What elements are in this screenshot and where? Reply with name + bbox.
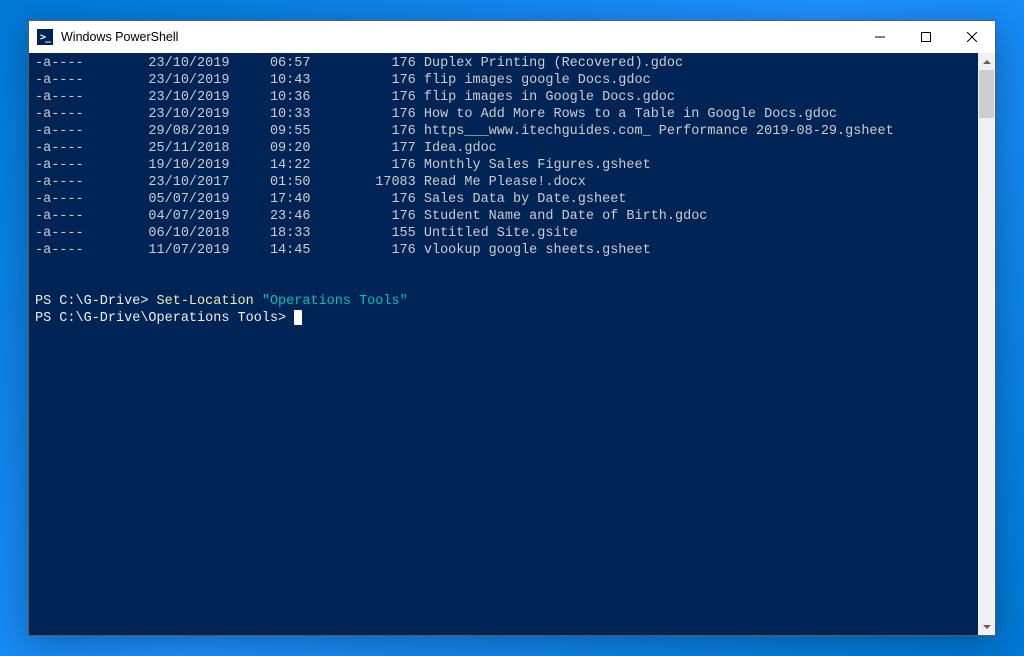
vertical-scrollbar[interactable] bbox=[978, 53, 995, 635]
powershell-icon bbox=[37, 29, 53, 45]
close-button[interactable] bbox=[949, 21, 995, 53]
cursor bbox=[294, 310, 302, 325]
scroll-thumb[interactable] bbox=[979, 70, 994, 118]
minimize-button[interactable] bbox=[857, 21, 903, 53]
maximize-button[interactable] bbox=[903, 21, 949, 53]
terminal-container: -a---- 23/10/2019 06:57 176 Duplex Print… bbox=[29, 53, 995, 635]
scroll-down-arrow[interactable] bbox=[978, 618, 995, 635]
powershell-window: Windows PowerShell -a---- 23/10/2019 06:… bbox=[28, 20, 996, 636]
terminal-output[interactable]: -a---- 23/10/2019 06:57 176 Duplex Print… bbox=[29, 53, 978, 635]
window-controls bbox=[857, 21, 995, 53]
window-title: Windows PowerShell bbox=[61, 30, 857, 44]
titlebar[interactable]: Windows PowerShell bbox=[29, 21, 995, 53]
scroll-up-arrow[interactable] bbox=[978, 53, 995, 70]
